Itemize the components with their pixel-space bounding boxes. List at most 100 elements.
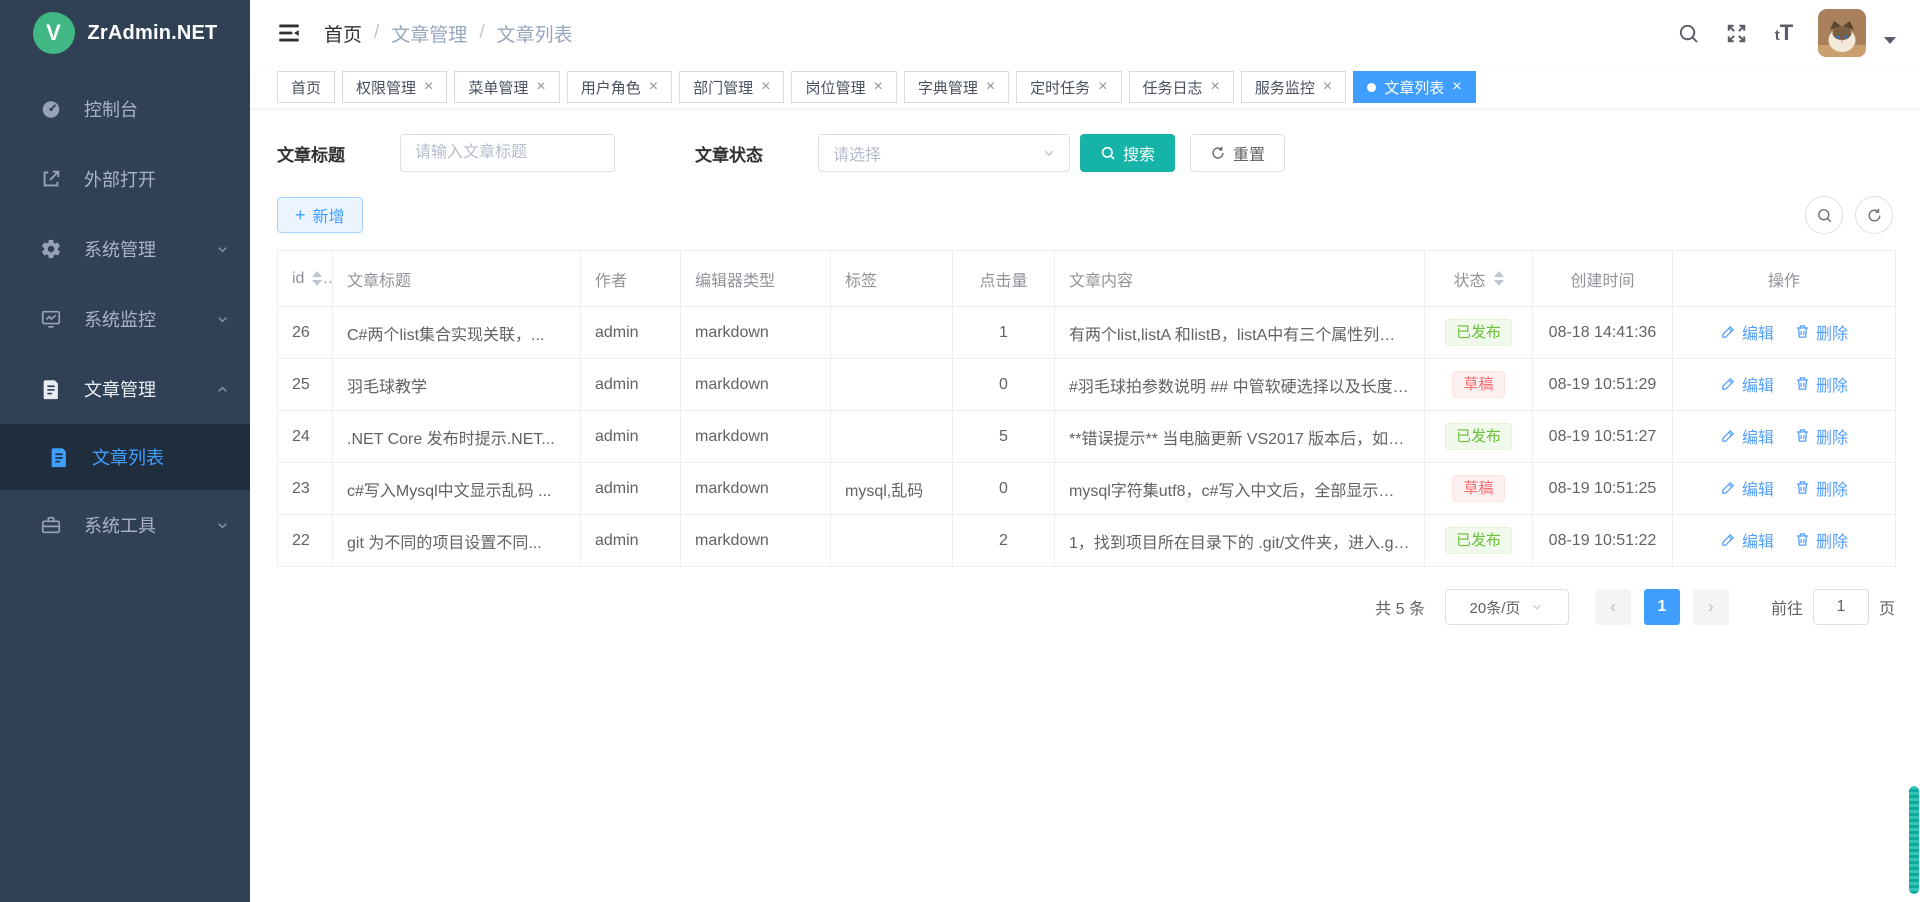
edit-button[interactable]: 编辑: [1720, 372, 1774, 396]
close-icon[interactable]: ×: [986, 79, 995, 95]
sort-desc-icon[interactable]: [1494, 280, 1504, 286]
status-badge: 已发布: [1445, 423, 1512, 450]
tab-首页[interactable]: 首页: [277, 71, 335, 103]
search-icon[interactable]: [1668, 13, 1708, 53]
tab-label: 首页: [291, 77, 321, 98]
goto-page-input[interactable]: [1813, 589, 1869, 625]
delete-button[interactable]: 删除: [1794, 476, 1848, 500]
page-size-select[interactable]: 20条/页: [1445, 589, 1569, 625]
prev-page-button[interactable]: ‹: [1595, 589, 1631, 625]
close-icon[interactable]: ×: [873, 79, 882, 95]
close-icon[interactable]: ×: [424, 79, 433, 95]
edit-button[interactable]: 编辑: [1720, 320, 1774, 344]
close-icon[interactable]: ×: [1323, 79, 1332, 95]
delete-label: 删除: [1816, 320, 1848, 344]
cell-created-time: 08-19 10:51:22: [1533, 515, 1673, 567]
tab-文章列表[interactable]: 文章列表×: [1353, 71, 1475, 103]
chevron-up-icon: [215, 382, 230, 397]
sidebar-item-console[interactable]: 控制台: [0, 74, 250, 144]
delete-button[interactable]: 删除: [1794, 424, 1848, 448]
cell-hits: 1: [953, 307, 1055, 359]
table-header: id文章标题作者编辑器类型标签点击量文章内容状态创建时间操作: [278, 251, 1896, 307]
chevron-down-icon: [215, 312, 230, 327]
cell-id: 26: [278, 307, 333, 359]
edit-button[interactable]: 编辑: [1720, 476, 1774, 500]
user-avatar[interactable]: [1818, 9, 1866, 57]
delete-button[interactable]: 删除: [1794, 372, 1848, 396]
sort-icon[interactable]: [1494, 271, 1504, 286]
sort-desc-icon[interactable]: [312, 280, 322, 286]
reset-button[interactable]: 重置: [1190, 134, 1285, 172]
edit-button[interactable]: 编辑: [1720, 528, 1774, 552]
search-button-label: 搜索: [1123, 141, 1155, 165]
tab-字典管理[interactable]: 字典管理×: [904, 71, 1009, 103]
cell-tags: mysql,乱码: [831, 463, 953, 515]
column-label: 操作: [1768, 267, 1800, 291]
sidebar-item-article-list[interactable]: 文章列表: [0, 424, 250, 490]
breadcrumb-home[interactable]: 首页: [324, 20, 362, 47]
sidebar-collapse-icon[interactable]: [276, 20, 302, 46]
cell-hits: 5: [953, 411, 1055, 463]
chevron-down-icon[interactable]: [1884, 37, 1896, 44]
add-button[interactable]: + 新增: [277, 197, 363, 233]
column-header-editor: 编辑器类型: [681, 251, 831, 307]
tab-label: 任务日志: [1143, 77, 1203, 98]
article-title-input[interactable]: [400, 134, 615, 172]
cell-operations: 编辑删除: [1673, 359, 1896, 411]
tab-权限管理[interactable]: 权限管理×: [342, 71, 447, 103]
close-icon[interactable]: ×: [761, 79, 770, 95]
toolbox-icon: [40, 514, 62, 536]
tab-任务日志[interactable]: 任务日志 ×: [1129, 71, 1234, 103]
tab-部门管理[interactable]: 部门管理×: [679, 71, 784, 103]
article-title-label: 文章标题: [277, 141, 345, 166]
cell-operations: 编辑删除: [1673, 411, 1896, 463]
cell-operations: 编辑 删除: [1673, 307, 1896, 359]
cell-author: admin: [581, 515, 681, 567]
column-header-author: 作者: [581, 251, 681, 307]
close-icon[interactable]: ×: [1211, 79, 1220, 95]
tab-菜单管理[interactable]: 菜单管理×: [454, 71, 559, 103]
sidebar-item-external-open[interactable]: 外部打开: [0, 144, 250, 214]
sidebar-item-system-admin[interactable]: 系统管理: [0, 214, 250, 284]
column-header-title: 文章标题: [333, 251, 581, 307]
close-icon[interactable]: ×: [649, 79, 658, 95]
close-icon[interactable]: ×: [1452, 79, 1461, 95]
breadcrumb-separator: /: [374, 22, 379, 44]
table-row: 22git 为不同的项目设置不同...adminmarkdown21，找到项目所…: [278, 515, 1896, 567]
close-icon[interactable]: ×: [536, 79, 545, 95]
delete-button[interactable]: 删除: [1794, 528, 1848, 552]
fullscreen-icon[interactable]: [1716, 13, 1756, 53]
table-search-toggle-button[interactable]: [1805, 196, 1843, 234]
sidebar-item-article-admin[interactable]: 文章管理: [0, 354, 250, 424]
tab-岗位管理[interactable]: 岗位管理×: [791, 71, 896, 103]
column-header-id[interactable]: id: [278, 251, 333, 307]
search-icon: [1100, 145, 1116, 161]
column-header-content: 操作: [1768, 267, 1800, 291]
sidebar-item-system-tools[interactable]: 系统工具: [0, 490, 250, 560]
tab-服务监控[interactable]: 服务监控×: [1241, 71, 1346, 103]
cell-content: #羽毛球拍参数说明 ## 中管软硬选择以及长度介...: [1055, 359, 1425, 411]
status-badge: 草稿: [1452, 371, 1504, 398]
sidebar-item-label: 系统管理: [84, 236, 215, 262]
article-status-select[interactable]: 请选择: [818, 134, 1070, 172]
font-size-icon[interactable]: tT: [1764, 20, 1804, 46]
edit-button[interactable]: 编辑: [1720, 424, 1774, 448]
table-refresh-button[interactable]: [1855, 196, 1893, 234]
search-button[interactable]: 搜索: [1080, 134, 1175, 172]
page-number-button[interactable]: 1: [1644, 589, 1680, 625]
tab-用户角色[interactable]: 用户角色×: [567, 71, 672, 103]
close-icon[interactable]: ×: [1098, 79, 1107, 95]
delete-button[interactable]: 删除: [1794, 320, 1848, 344]
scrollbar-thumb[interactable]: [1909, 786, 1919, 894]
column-header-status[interactable]: 状态: [1425, 251, 1533, 307]
sidebar-item-system-monitor[interactable]: 系统监控: [0, 284, 250, 354]
sidebar-item-label: 系统监控: [84, 306, 215, 332]
app-logo[interactable]: V ZrAdmin.NET: [0, 0, 250, 66]
cell-tags: [831, 515, 953, 567]
next-page-button[interactable]: ›: [1693, 589, 1729, 625]
table-row: 25羽毛球教学adminmarkdown0#羽毛球拍参数说明 ## 中管软硬选择…: [278, 359, 1896, 411]
tab-定时任务[interactable]: 定时任务×: [1016, 71, 1121, 103]
sort-asc-icon[interactable]: [312, 271, 322, 277]
sort-icon[interactable]: [312, 271, 322, 286]
sort-asc-icon[interactable]: [1494, 271, 1504, 277]
